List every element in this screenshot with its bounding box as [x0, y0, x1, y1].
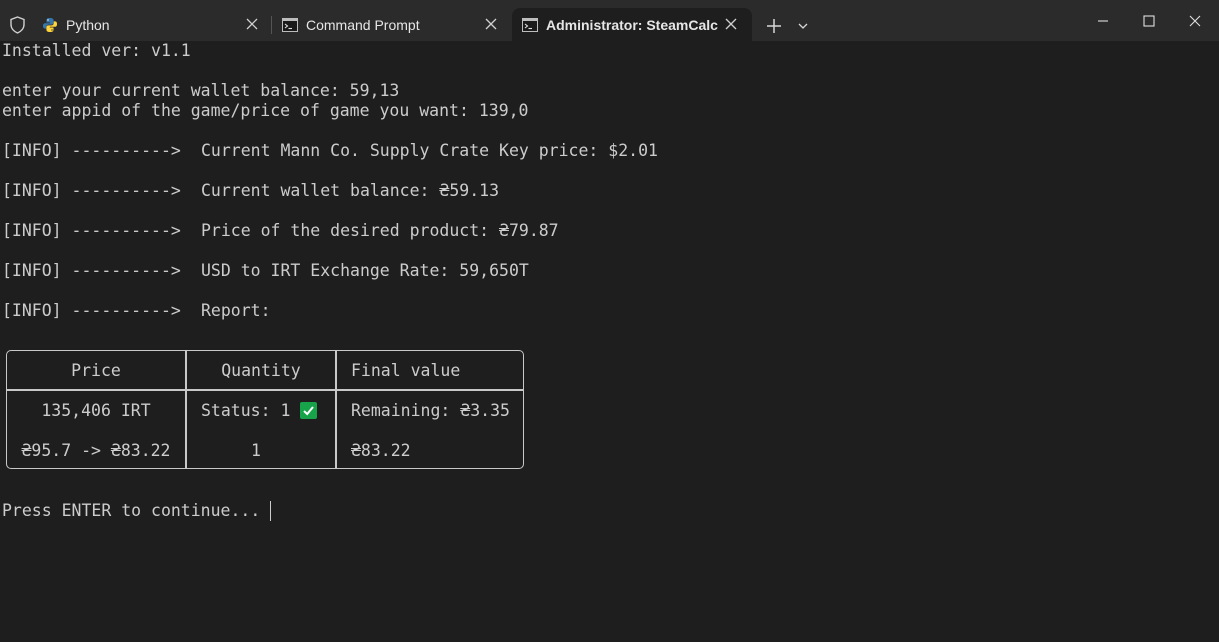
table-divider [335, 351, 337, 468]
info-exchange-rate: USD to IRT Exchange Rate: 59,650T [201, 261, 529, 280]
tab-dropdown-button[interactable] [792, 12, 814, 40]
appid-prompt: enter appid of the game/price of game yo… [2, 101, 529, 120]
tab-label-python: Python [66, 17, 110, 33]
info-prefix: [INFO] ----------> [2, 141, 181, 160]
chevron-down-icon [798, 23, 808, 29]
tab-label-administrator-steamcalc: Administrator: SteamCalc [546, 17, 718, 33]
info-prefix: [INFO] ----------> [2, 181, 181, 200]
check-icon [300, 402, 318, 419]
minimize-icon [1098, 19, 1108, 22]
installed-version-text: Installed ver: v1.1 [2, 41, 191, 60]
maximize-icon [1143, 14, 1155, 27]
table-cell-status: Status: 1 [201, 401, 318, 421]
table-header-quantity: Quantity [221, 361, 301, 380]
table-cell-remaining: Remaining: ₴3.35 [351, 401, 510, 420]
table-header-final-value: Final value [351, 361, 461, 380]
terminal-output[interactable]: Installed ver: v1.1 enter your current w… [0, 41, 1219, 642]
tab-command-prompt[interactable]: Command Prompt [272, 8, 510, 41]
info-product-price: Price of the desired product: ₴79.87 [201, 221, 559, 240]
info-wallet-balance: Current wallet balance: ₴59.13 [201, 181, 500, 200]
new-tab-button[interactable] [760, 12, 788, 40]
minimize-button[interactable] [1080, 0, 1126, 41]
info-report: Report: [201, 301, 271, 320]
tab-python[interactable]: Python [32, 8, 270, 41]
status-text: Status: 1 [201, 401, 291, 420]
table-cell-price-conversion: ₴95.7 -> ₴83.22 [21, 441, 171, 460]
close-icon[interactable] [725, 18, 737, 30]
table-cell-price-irt: 135,406 IRT [41, 401, 151, 420]
table-header-price: Price [71, 361, 121, 380]
title-bar: Python Command Prompt Administrator: Ste… [0, 0, 1219, 41]
shield-icon [10, 16, 25, 34]
close-icon[interactable] [246, 18, 258, 30]
close-icon[interactable] [485, 18, 497, 30]
cmd-icon [282, 18, 298, 32]
cmd-icon [522, 18, 538, 32]
maximize-button[interactable] [1126, 0, 1172, 41]
report-table: Price Quantity Final value 135,406 IRT S… [6, 350, 524, 469]
plus-icon [767, 19, 781, 33]
info-prefix: [INFO] ----------> [2, 261, 181, 280]
table-cell-quantity: 1 [251, 441, 261, 460]
table-cell-final-value: ₴83.22 [351, 441, 411, 460]
python-icon [43, 18, 57, 32]
close-icon [1189, 15, 1201, 26]
close-window-button[interactable] [1172, 0, 1218, 41]
info-prefix: [INFO] ----------> [2, 221, 181, 240]
info-key-price: Current Mann Co. Supply Crate Key price:… [201, 141, 658, 160]
wallet-balance-prompt: enter your current wallet balance: 59,13 [2, 81, 400, 100]
info-prefix: [INFO] ----------> [2, 301, 181, 320]
text-cursor [270, 501, 271, 521]
table-header-divider [7, 389, 523, 391]
continue-prompt: Press ENTER to continue... [2, 501, 261, 520]
tab-label-command-prompt: Command Prompt [306, 17, 420, 33]
tab-administrator-steamcalc[interactable]: Administrator: SteamCalc [512, 8, 752, 41]
